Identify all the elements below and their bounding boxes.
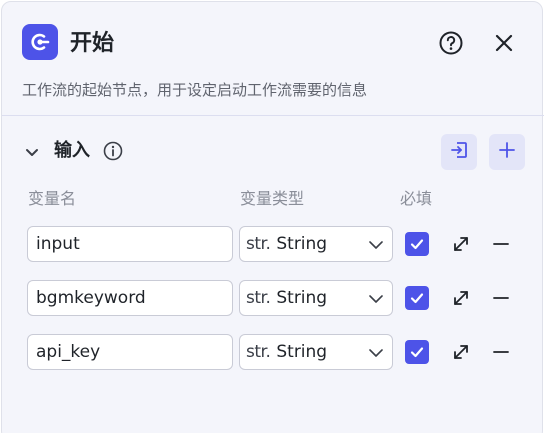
variable-row: str. String — [2, 334, 544, 370]
section-title-input: 输入 — [54, 140, 90, 161]
variable-name-input[interactable] — [27, 334, 233, 370]
check-icon — [410, 239, 424, 250]
type-label: String — [276, 288, 328, 308]
type-prefix: str. — [246, 288, 271, 308]
required-checkbox[interactable] — [405, 340, 429, 364]
column-header-required: 必填 — [400, 189, 433, 208]
variable-type-select[interactable]: str. String — [239, 226, 393, 262]
expand-icon[interactable] — [450, 233, 472, 255]
column-header-name: 变量名 — [28, 189, 77, 208]
import-icon — [449, 140, 469, 164]
variable-name-input[interactable] — [27, 226, 233, 262]
required-checkbox[interactable] — [405, 286, 429, 310]
minus-icon[interactable] — [490, 341, 512, 363]
add-variable-button[interactable] — [489, 134, 525, 170]
variable-type-select[interactable]: str. String — [239, 280, 393, 316]
variable-row: str. String — [2, 226, 544, 262]
type-label: String — [276, 342, 328, 362]
minus-icon[interactable] — [490, 233, 512, 255]
minus-icon[interactable] — [490, 287, 512, 309]
check-icon — [410, 293, 424, 304]
chevron-down-icon — [369, 241, 383, 249]
variable-name-input[interactable] — [27, 280, 233, 316]
start-node-panel: 开始 工作流的起始节点，用于设定启动工作流需要的信息 输入 变量名 变量类型 必… — [1, 1, 544, 433]
required-checkbox[interactable] — [405, 232, 429, 256]
plus-icon — [497, 140, 517, 164]
panel-title: 开始 — [70, 31, 115, 56]
chevron-down-icon — [369, 295, 383, 303]
close-icon[interactable] — [488, 27, 520, 59]
start-logo-icon — [22, 24, 58, 60]
divider — [2, 115, 544, 116]
expand-icon[interactable] — [450, 287, 472, 309]
variable-type-select[interactable]: str. String — [239, 334, 393, 370]
variable-row: str. String — [2, 280, 544, 316]
import-variables-button[interactable] — [441, 134, 477, 170]
check-icon — [410, 347, 424, 358]
info-icon[interactable] — [102, 140, 124, 162]
chevron-down-icon — [369, 349, 383, 357]
chevron-down-icon[interactable] — [20, 140, 44, 164]
column-header-type: 变量类型 — [240, 189, 305, 208]
type-prefix: str. — [246, 342, 271, 362]
expand-icon[interactable] — [450, 341, 472, 363]
help-icon[interactable] — [435, 27, 467, 59]
panel-description: 工作流的起始节点，用于设定启动工作流需要的信息 — [22, 81, 368, 99]
type-prefix: str. — [246, 234, 271, 254]
type-label: String — [276, 234, 328, 254]
